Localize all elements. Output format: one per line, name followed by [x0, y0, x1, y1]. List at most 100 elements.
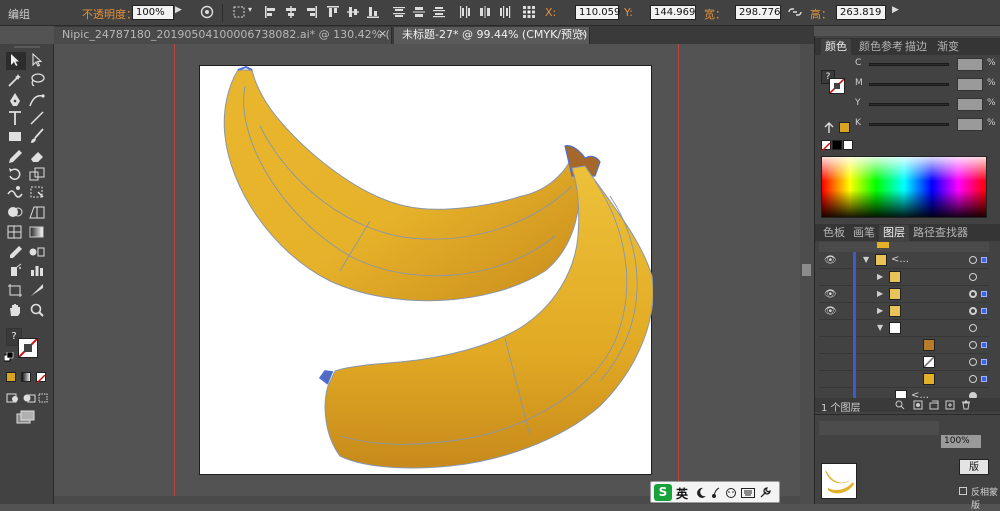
layer-row[interactable]: 👁 ▶	[819, 303, 989, 320]
pen-tool[interactable]	[6, 92, 26, 110]
align-middle-icon[interactable]	[346, 5, 360, 19]
default-colors-icon[interactable]	[4, 352, 14, 362]
visibility-eye-icon[interactable]: 👁	[824, 255, 837, 266]
moon-icon[interactable]	[695, 487, 707, 499]
eyedropper-tool[interactable]	[6, 244, 26, 262]
slider-track[interactable]	[869, 123, 949, 126]
height-input[interactable]: 263.819	[836, 5, 886, 20]
emoji-icon[interactable]	[725, 488, 737, 498]
layer-row[interactable]: 👁 ▶	[819, 286, 989, 303]
color-mode-swatch[interactable]	[6, 372, 16, 382]
hand-tool[interactable]	[6, 302, 26, 320]
x-input[interactable]: 110.059	[575, 5, 620, 20]
shape-builder-tool[interactable]	[6, 204, 26, 222]
blend-tool[interactable]	[28, 244, 48, 262]
scale-tool[interactable]	[28, 166, 48, 184]
visibility-eye-icon[interactable]: 👁	[824, 289, 837, 300]
make-mask-button[interactable]: 版	[959, 459, 989, 475]
type-tool[interactable]	[6, 110, 26, 128]
lasso-tool[interactable]	[28, 72, 48, 90]
cyan-slider[interactable]: C %	[855, 58, 1000, 72]
vertical-scrollbar[interactable]	[800, 44, 814, 504]
eraser-tool[interactable]	[28, 148, 48, 166]
magic-wand-tool[interactable]	[6, 72, 26, 90]
new-sublayer-icon[interactable]	[929, 400, 939, 410]
draw-normal-icon[interactable]	[6, 392, 20, 404]
magenta-input[interactable]	[957, 78, 983, 91]
tab-stroke[interactable]: 描边	[901, 39, 931, 55]
selected-indicator[interactable]	[981, 359, 987, 365]
transform-dropdown-icon[interactable]: ▾	[248, 5, 262, 19]
direct-selection-tool[interactable]	[28, 52, 48, 70]
yellow-input[interactable]	[957, 98, 983, 111]
graph-tool[interactable]	[28, 262, 48, 280]
canvas[interactable]	[54, 44, 814, 504]
stroke-swatch[interactable]	[18, 338, 38, 358]
artboard[interactable]	[199, 65, 654, 475]
black-color-swatch[interactable]	[832, 140, 842, 150]
align-top-icon[interactable]	[326, 5, 340, 19]
target-icon[interactable]	[969, 256, 977, 264]
artboard-tool[interactable]	[6, 282, 26, 300]
distribute-top-icon[interactable]	[392, 5, 406, 19]
paintbrush-tool[interactable]	[28, 128, 48, 146]
layer-row[interactable]: ▶	[819, 269, 989, 286]
selected-indicator[interactable]	[981, 257, 987, 263]
transform-icon[interactable]	[232, 5, 246, 19]
recolor-icon[interactable]	[200, 5, 214, 19]
target-icon[interactable]	[969, 341, 977, 349]
tab-untitled-27[interactable]: 未标题-27* @ 99.44% (CMYK/预览)	[394, 27, 590, 44]
banana-top[interactable]	[223, 65, 601, 302]
expand-arrow-icon[interactable]: ▶	[877, 289, 883, 298]
new-layer-icon[interactable]	[945, 400, 955, 410]
distribute-right-icon[interactable]	[498, 5, 512, 19]
layer-name[interactable]: <...	[891, 254, 909, 265]
gamut-swatch[interactable]	[839, 122, 850, 133]
color-spectrum[interactable]	[821, 156, 987, 218]
keyboard-icon[interactable]	[741, 488, 755, 498]
rotate-tool[interactable]	[6, 166, 26, 184]
locate-object-icon[interactable]	[895, 400, 905, 410]
ime-language-label[interactable]: 英	[676, 485, 688, 502]
distribute-center-icon[interactable]	[478, 5, 492, 19]
target-icon[interactable]	[969, 290, 977, 298]
perspective-tool[interactable]	[28, 204, 48, 222]
mesh-tool[interactable]	[6, 224, 26, 242]
selected-indicator[interactable]	[981, 291, 987, 297]
white-color-swatch[interactable]	[843, 140, 853, 150]
transparency-opacity-input[interactable]: 100%	[941, 435, 981, 448]
align-right-icon[interactable]	[304, 5, 318, 19]
y-input[interactable]: 144.969	[650, 5, 696, 20]
distribute-bottom-icon[interactable]	[432, 5, 446, 19]
opacity-dropdown-icon[interactable]: ▶	[175, 5, 189, 19]
expand-arrow-icon[interactable]: ▶	[877, 306, 883, 315]
line-tool[interactable]	[28, 110, 48, 128]
rectangle-tool[interactable]	[6, 128, 26, 146]
slider-track[interactable]	[869, 103, 949, 106]
layer-row[interactable]	[819, 354, 989, 371]
target-icon[interactable]	[969, 358, 977, 366]
tab-layers[interactable]: 图层	[879, 225, 909, 241]
tab-gradient[interactable]: 渐变	[933, 39, 963, 55]
scroll-thumb[interactable]	[802, 264, 811, 276]
target-icon[interactable]	[969, 307, 977, 315]
tab-nipic-document[interactable]: Nipic_24787180_20190504100006738082.ai* …	[54, 27, 392, 44]
black-input[interactable]	[957, 118, 983, 131]
symbol-sprayer-tool[interactable]	[6, 262, 26, 280]
align-left-icon[interactable]	[264, 5, 278, 19]
layer-row[interactable]: ▼	[819, 320, 989, 337]
align-bottom-icon[interactable]	[366, 5, 380, 19]
sogou-logo-icon[interactable]: S	[654, 484, 672, 501]
expand-arrow-icon[interactable]: ▼	[877, 323, 883, 332]
none-mode-swatch[interactable]	[36, 372, 46, 384]
distribute-middle-icon[interactable]	[412, 5, 426, 19]
expand-arrow-icon[interactable]: ▼	[863, 255, 869, 264]
distribute-left-icon[interactable]	[458, 5, 472, 19]
magenta-slider[interactable]: M %	[855, 78, 1000, 92]
tab-swatches[interactable]: 色板	[819, 225, 849, 241]
width-input[interactable]: 298.776	[735, 5, 781, 20]
tab-color[interactable]: 颜色	[821, 39, 851, 55]
tab-brushes[interactable]: 画笔	[849, 225, 879, 241]
opacity-label[interactable]: 不透明度：	[82, 6, 137, 22]
slider-track[interactable]	[869, 63, 949, 66]
